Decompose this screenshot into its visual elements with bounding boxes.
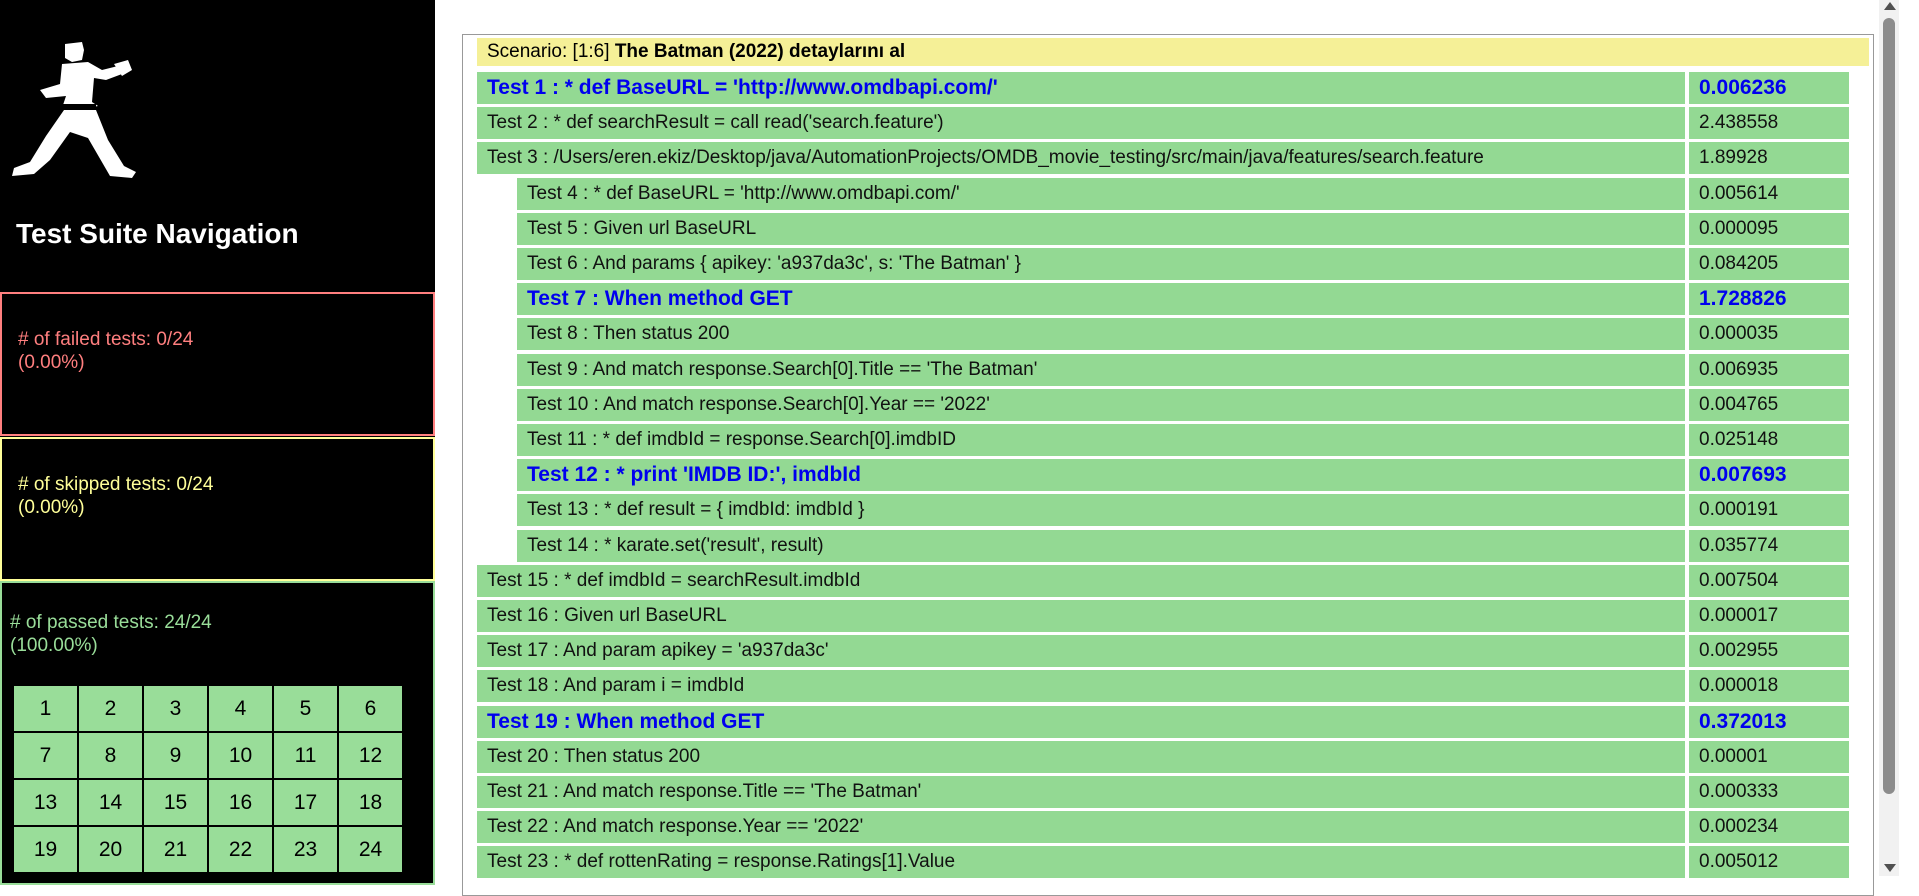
step-duration: 1.89928 — [1689, 142, 1849, 175]
step-duration: 0.004765 — [1689, 388, 1849, 421]
skipped-percent: (0.00%) — [18, 497, 85, 518]
test-link-24[interactable]: 24 — [337, 825, 404, 874]
step-duration: 0.005614 — [1689, 177, 1849, 210]
test-link-10[interactable]: 10 — [207, 731, 274, 780]
test-link-17[interactable]: 17 — [272, 778, 339, 827]
step-text: Test 8 : Then status 200 — [517, 318, 1685, 351]
test-link-16[interactable]: 16 — [207, 778, 274, 827]
test-link-18[interactable]: 18 — [337, 778, 404, 827]
scenario-header: Scenario: [1:6] The Batman (2022) detayl… — [477, 38, 1869, 66]
step-duration: 0.025148 — [1689, 424, 1849, 456]
step-text: Test 15 : * def imdbId = searchResult.im… — [477, 564, 1685, 597]
step-duration: 0.000017 — [1689, 600, 1849, 632]
passed-count: # of passed tests: 24/24 — [10, 612, 212, 633]
test-link-8[interactable]: 8 — [77, 731, 144, 780]
test-link-23[interactable]: 23 — [272, 825, 339, 874]
step-duration: 2.438558 — [1689, 107, 1849, 140]
step-text: Test 11 : * def imdbId = response.Search… — [517, 424, 1685, 456]
step-text: Test 18 : And param i = imdbId — [477, 670, 1685, 703]
scenario-panel: Scenario: [1:6] The Batman (2022) detayl… — [462, 34, 1874, 896]
test-link-3[interactable]: 3 — [142, 684, 209, 733]
scenario-prefix: Scenario: [1:6] — [487, 41, 610, 62]
test-link-7[interactable]: 7 — [12, 731, 79, 780]
skipped-tests-box: # of skipped tests: 0/24 (0.00%) — [0, 437, 435, 581]
test-link-11[interactable]: 11 — [272, 731, 339, 780]
main-content: Scenario: [1:6] The Batman (2022) detayl… — [435, 0, 1899, 896]
karate-man-icon — [12, 42, 136, 178]
step-duration: 0.000191 — [1689, 494, 1849, 527]
step-duration: 0.002955 — [1689, 635, 1849, 668]
step-duration: 0.006935 — [1689, 353, 1849, 386]
step-duration: 0.000234 — [1689, 811, 1849, 844]
passed-percent: (100.00%) — [10, 635, 98, 656]
step-text: Test 14 : * karate.set('result', result) — [517, 529, 1685, 562]
step-text: Test 4 : * def BaseURL = 'http://www.omd… — [517, 177, 1685, 210]
test-link-2[interactable]: 2 — [77, 684, 144, 733]
scrollbar-thumb[interactable] — [1883, 18, 1895, 794]
sidebar: Test Suite Navigation # of failed tests:… — [0, 0, 435, 885]
test-link-21[interactable]: 21 — [142, 825, 209, 874]
step-text: Test 13 : * def result = { imdbId: imdbI… — [517, 494, 1685, 527]
skipped-count: # of skipped tests: 0/24 — [18, 474, 214, 495]
step-text: Test 23 : * def rottenRating = response.… — [477, 846, 1685, 879]
step-text: Test 12 : * print 'IMDB ID:', imdbId — [517, 459, 1685, 492]
step-duration: 0.035774 — [1689, 529, 1849, 562]
step-text: Test 17 : And param apikey = 'a937da3c' — [477, 635, 1685, 668]
step-text: Test 16 : Given url BaseURL — [477, 600, 1685, 632]
step-text: Test 6 : And params { apikey: 'a937da3c'… — [517, 248, 1685, 280]
failed-count: # of failed tests: 0/24 — [18, 329, 194, 350]
test-link-5[interactable]: 5 — [272, 684, 339, 733]
test-link-20[interactable]: 20 — [77, 825, 144, 874]
step-duration: 0.084205 — [1689, 248, 1849, 280]
step-text: Test 21 : And match response.Title == 'T… — [477, 776, 1685, 808]
step-duration: 1.728826 — [1689, 283, 1849, 316]
test-link-12[interactable]: 12 — [337, 731, 404, 780]
step-duration: 0.000018 — [1689, 670, 1849, 703]
scenario-name: The Batman (2022) detaylarını al — [614, 41, 906, 62]
vertical-scrollbar[interactable] — [1879, 0, 1899, 876]
step-text: Test 5 : Given url BaseURL — [517, 212, 1685, 245]
step-text: Test 9 : And match response.Search[0].Ti… — [517, 353, 1685, 386]
test-link-4[interactable]: 4 — [207, 684, 274, 733]
step-duration: 0.000333 — [1689, 776, 1849, 808]
scroll-down-arrow-icon[interactable] — [1884, 864, 1896, 872]
test-link-13[interactable]: 13 — [12, 778, 79, 827]
step-duration: 0.000035 — [1689, 318, 1849, 351]
step-text: Test 10 : And match response.Search[0].Y… — [517, 388, 1685, 421]
step-text: Test 3 : /Users/eren.ekiz/Desktop/java/A… — [477, 142, 1685, 175]
step-duration: 0.005012 — [1689, 846, 1849, 879]
test-number-grid: 1 2 3 4 5 6 7 8 9 10 11 12 13 14 15 16 17 18 19 20 21 22 23 24 — [12, 684, 404, 874]
test-link-9[interactable]: 9 — [142, 731, 209, 780]
test-link-15[interactable]: 15 — [142, 778, 209, 827]
test-link-19[interactable]: 19 — [12, 825, 79, 874]
step-text: Test 2 : * def searchResult = call read(… — [477, 107, 1685, 140]
step-duration: 0.000095 — [1689, 212, 1849, 245]
step-text: Test 20 : Then status 200 — [477, 740, 1685, 773]
test-link-22[interactable]: 22 — [207, 825, 274, 874]
step-text: Test 7 : When method GET — [517, 283, 1685, 316]
step-text: Test 1 : * def BaseURL = 'http://www.omd… — [477, 72, 1685, 104]
test-link-14[interactable]: 14 — [77, 778, 144, 827]
test-link-6[interactable]: 6 — [337, 684, 404, 733]
scroll-up-arrow-icon[interactable] — [1884, 2, 1896, 10]
test-link-1[interactable]: 1 — [12, 684, 79, 733]
nav-title: Test Suite Navigation — [16, 218, 299, 249]
step-duration: 0.372013 — [1689, 705, 1849, 738]
step-duration: 0.007504 — [1689, 564, 1849, 597]
passed-tests-box: # of passed tests: 24/24 (100.00%) 12345… — [0, 581, 435, 885]
step-duration: 0.00001 — [1689, 740, 1849, 773]
step-text: Test 19 : When method GET — [477, 705, 1685, 738]
step-text: Test 22 : And match response.Year == '20… — [477, 811, 1685, 844]
step-duration: 0.007693 — [1689, 459, 1849, 492]
step-duration: 0.006236 — [1689, 72, 1849, 104]
failed-percent: (0.00%) — [18, 352, 85, 373]
failed-tests-box: # of failed tests: 0/24 (0.00%) — [0, 292, 435, 436]
